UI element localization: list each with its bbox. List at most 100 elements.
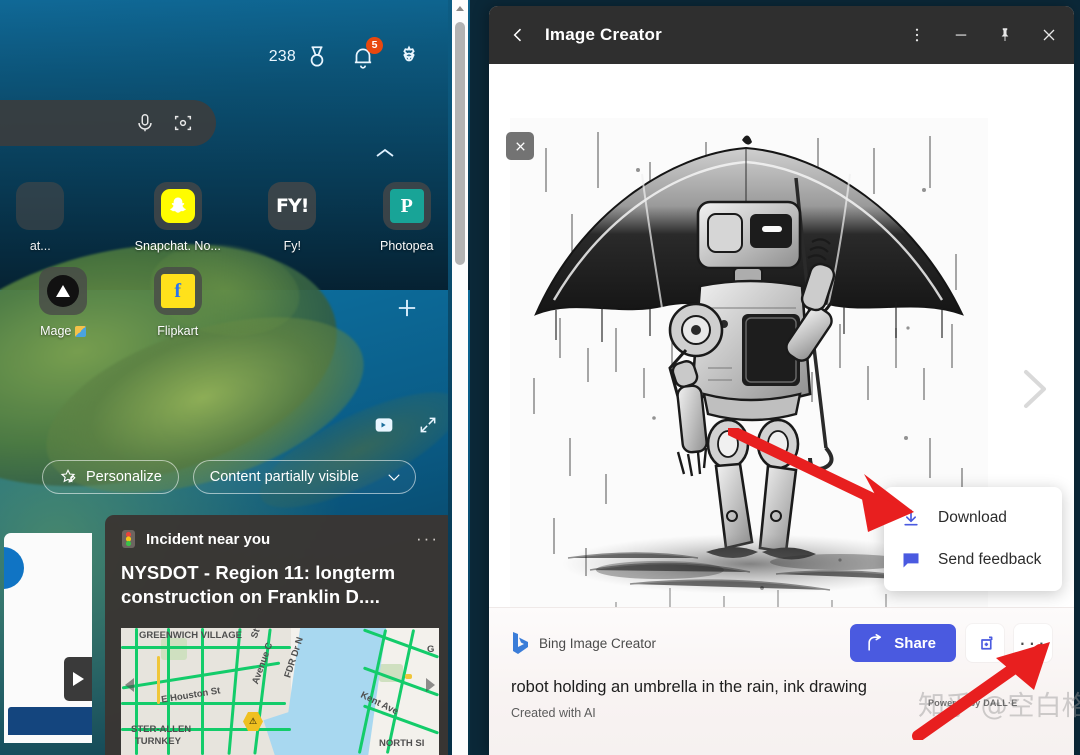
news-kicker: Incident near you bbox=[146, 530, 271, 548]
carousel-next-icon[interactable] bbox=[426, 678, 435, 692]
news-card-header: Incident near you ··· bbox=[105, 515, 455, 549]
visual-search-icon[interactable] bbox=[172, 112, 194, 134]
brand-label: Bing Image Creator bbox=[539, 635, 657, 651]
created-with-ai-note: Created with AI bbox=[511, 706, 596, 720]
side-widget-card[interactable] bbox=[4, 533, 92, 743]
back-button[interactable] bbox=[507, 24, 529, 46]
widgets-quick-actions bbox=[374, 415, 438, 435]
microphone-icon[interactable] bbox=[134, 112, 156, 134]
image-close-button[interactable] bbox=[506, 132, 534, 160]
content-visibility-label: Content partially visible bbox=[209, 469, 359, 485]
menu-item-label: Send feedback bbox=[938, 551, 1042, 568]
edit-widgets-icon[interactable] bbox=[374, 415, 394, 435]
image-creator-window: Image Creator Bing Image Creator Share ·… bbox=[489, 6, 1074, 755]
chevron-up-icon[interactable] bbox=[373, 144, 397, 162]
add-app-button[interactable] bbox=[350, 267, 465, 338]
app-shortcut-snapchat[interactable]: Snapchat. No... bbox=[121, 182, 236, 253]
expand-icon[interactable] bbox=[418, 415, 438, 435]
share-label: Share bbox=[894, 634, 936, 652]
personalize-label: Personalize bbox=[86, 469, 162, 485]
creator-body: Bing Image Creator Share ··· robot holdi… bbox=[489, 64, 1074, 755]
cut-off-app-icon bbox=[16, 182, 65, 230]
news-widget-card[interactable]: Incident near you ··· NYSDOT - Region 11… bbox=[105, 515, 455, 755]
menu-item-label: Download bbox=[938, 509, 1007, 526]
bing-logo-icon bbox=[513, 632, 528, 654]
app-shortcut-flipkart[interactable]: f Flipkart bbox=[121, 267, 236, 338]
share-button[interactable]: Share bbox=[850, 624, 956, 662]
app-label: Photopea bbox=[379, 239, 434, 253]
app-label-text: Mage bbox=[40, 324, 72, 338]
app-shortcut-cutoff[interactable]: at... bbox=[0, 182, 121, 253]
close-icon bbox=[1043, 29, 1055, 41]
more-options-button[interactable]: ··· bbox=[1014, 624, 1052, 662]
map-label: G bbox=[427, 644, 435, 655]
menu-item-send-feedback[interactable]: Send feedback bbox=[884, 539, 1062, 581]
app-label: Flipkart bbox=[157, 324, 199, 338]
pin-button[interactable] bbox=[994, 24, 1016, 46]
menu-item-download[interactable]: Download bbox=[884, 497, 1062, 539]
card-footer-bar bbox=[8, 707, 92, 735]
widgets-topbar: 238 5 bbox=[269, 37, 422, 70]
share-icon bbox=[868, 633, 882, 651]
add-to-collections-icon bbox=[980, 636, 992, 650]
photopea-icon: P bbox=[382, 182, 431, 230]
news-more-button[interactable]: ··· bbox=[416, 530, 439, 547]
prompt-text: robot holding an umbrella in the rain, i… bbox=[511, 678, 867, 696]
chevron-right-icon[interactable] bbox=[1012, 362, 1056, 416]
window-more-button[interactable] bbox=[906, 24, 928, 46]
personalize-button[interactable]: Personalize bbox=[42, 460, 179, 494]
close-button[interactable] bbox=[1038, 24, 1060, 46]
app-label: Fy! bbox=[283, 239, 301, 253]
flipkart-icon: f bbox=[153, 267, 202, 315]
carousel-prev-icon[interactable] bbox=[125, 678, 134, 692]
map-label: STER-ALLEN bbox=[131, 724, 192, 735]
footer-buttons: Share ··· bbox=[850, 624, 1052, 662]
rewards-count: 238 bbox=[268, 48, 296, 65]
search-input[interactable] bbox=[0, 100, 216, 146]
notifications-button[interactable]: 5 bbox=[350, 37, 383, 70]
window-title: Image Creator bbox=[545, 25, 662, 44]
app-label: at... bbox=[29, 239, 51, 253]
content-visibility-dropdown[interactable]: Content partially visible bbox=[192, 460, 416, 494]
news-map[interactable]: GREENWICH VILLAGE E Houston St Avenue C … bbox=[121, 628, 439, 755]
ellipsis-icon: ··· bbox=[1018, 630, 1048, 655]
snapchat-icon bbox=[153, 182, 202, 230]
mage-icon bbox=[39, 267, 88, 315]
bing-brand: Bing Image Creator bbox=[511, 631, 656, 655]
map-label: GREENWICH VILLAGE bbox=[139, 630, 242, 641]
vertical-ellipsis-icon bbox=[915, 28, 919, 42]
traffic-light-icon bbox=[122, 530, 135, 548]
widgets-scrollbar[interactable] bbox=[452, 0, 468, 755]
window-titlebar: Image Creator bbox=[489, 6, 1074, 64]
map-label: TURNKEY bbox=[135, 736, 181, 747]
map-label: NORTH SI bbox=[379, 738, 425, 749]
chevron-left-icon bbox=[513, 28, 522, 42]
scrollbar-thumb[interactable] bbox=[455, 22, 465, 265]
scroll-up-icon[interactable] bbox=[456, 6, 464, 11]
minimize-button[interactable] bbox=[950, 24, 972, 46]
fy-icon: FY! bbox=[268, 182, 317, 230]
widgets-action-row: Personalize Content partially visible bbox=[42, 460, 416, 494]
rewards-button[interactable]: 238 bbox=[269, 44, 330, 70]
app-shortcut-empty bbox=[235, 267, 350, 338]
app-shortcut-fy[interactable]: FY! Fy! bbox=[235, 182, 350, 253]
chevron-down-icon bbox=[388, 474, 400, 481]
card-avatar bbox=[4, 547, 24, 589]
app-shortcuts-grid: at... Snapchat. No... FY! Fy! P Photopea… bbox=[0, 182, 470, 338]
gear-icon[interactable] bbox=[396, 44, 422, 70]
widgets-board: 238 5 at... Snapchat. No... FY! Fy! P Ph… bbox=[0, 0, 470, 755]
medal-icon bbox=[310, 46, 324, 67]
app-label: Snapchat. No... bbox=[134, 239, 221, 253]
star-pencil-icon bbox=[60, 468, 76, 483]
news-headline: NYSDOT - Region 11: longterm constructio… bbox=[121, 562, 396, 608]
play-icon bbox=[72, 672, 84, 686]
add-to-collections-button[interactable] bbox=[966, 624, 1004, 662]
play-button[interactable] bbox=[64, 657, 92, 701]
minimize-icon bbox=[955, 34, 967, 36]
window-controls bbox=[906, 24, 1060, 46]
store-badge-icon bbox=[75, 325, 87, 337]
app-shortcut-photopea[interactable]: P Photopea bbox=[350, 182, 465, 253]
add-app-icon bbox=[398, 299, 415, 316]
feedback-bubble-icon bbox=[900, 550, 922, 570]
app-shortcut-mage[interactable]: Mage bbox=[6, 267, 121, 338]
